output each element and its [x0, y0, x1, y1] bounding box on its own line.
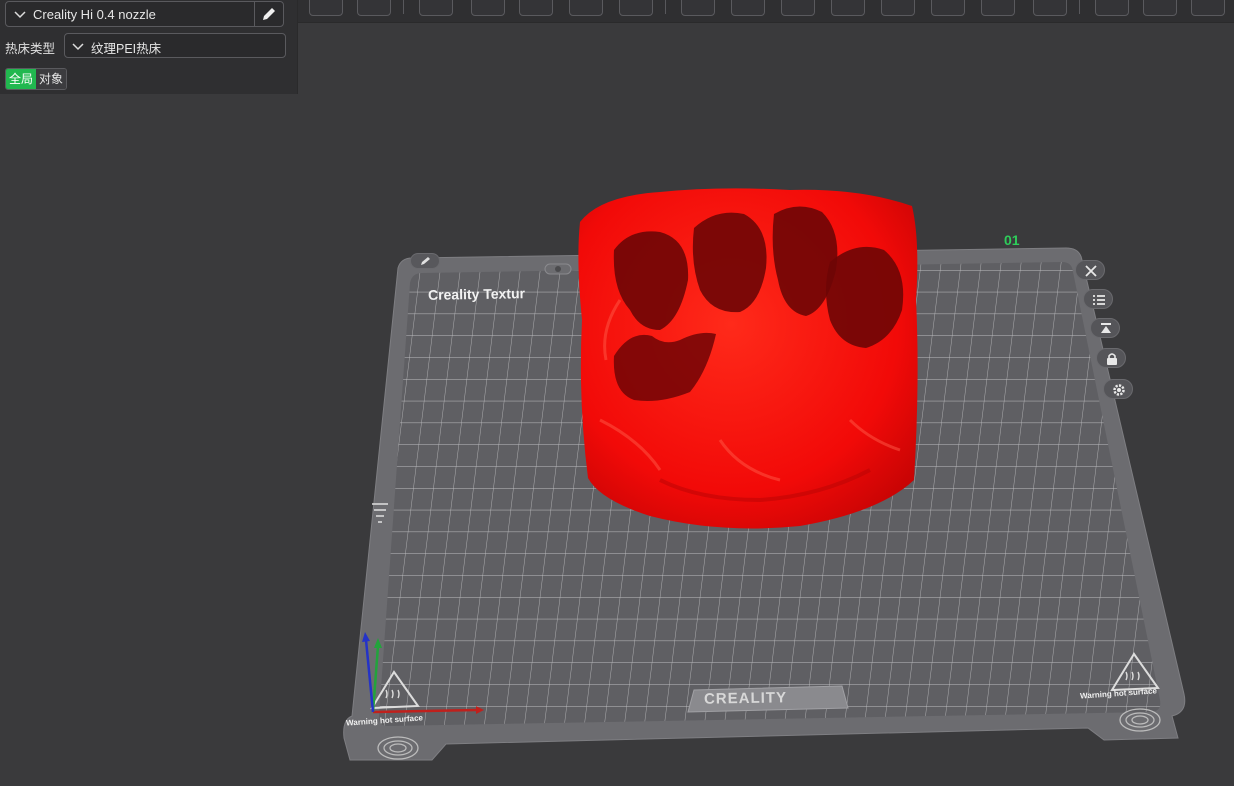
plate-edge-marker-icon	[372, 503, 388, 523]
list-icon	[1093, 295, 1105, 305]
fingerprint-icon-left	[377, 736, 419, 760]
plate-list-button[interactable]	[1083, 289, 1113, 309]
toolbar-measure-button[interactable]	[1033, 0, 1067, 16]
warning-label-right: Warning hot surface	[1079, 686, 1158, 701]
warning-label-left: Warning hot surface	[345, 713, 424, 728]
settings-panel: Creality Hi 0.4 nozzle 热床类型 纹理PEI热床 全局 对…	[0, 0, 298, 94]
toolbar-rotate-button[interactable]	[731, 0, 765, 16]
toolbar-lay-on-face-button[interactable]	[519, 0, 553, 16]
top-toolbar	[297, 0, 1234, 23]
toolbar-mesh-boolean-button[interactable]	[981, 0, 1015, 16]
bed-texture-label: Creality Textur	[427, 285, 526, 303]
close-icon	[1085, 265, 1097, 277]
scope-toggle: 全局 对象	[5, 68, 68, 90]
toolbar-plate-button[interactable]	[619, 0, 653, 16]
edit-plate-button[interactable]	[410, 253, 440, 269]
toolbar-more-button[interactable]	[1191, 0, 1225, 16]
toolbar-move-button[interactable]	[681, 0, 715, 16]
toolbar-arrange-button[interactable]	[471, 0, 505, 16]
toolbar-support-paint-button[interactable]	[881, 0, 915, 16]
chevron-down-icon	[72, 43, 84, 51]
lock-plate-button[interactable]	[1096, 348, 1126, 368]
hot-surface-warning-icon-right	[1110, 652, 1160, 692]
fingerprint-icon-right	[1119, 708, 1161, 732]
toolbar-add-object-button[interactable]	[309, 0, 343, 16]
toolbar-scale-button[interactable]	[781, 0, 815, 16]
pencil-icon	[421, 257, 430, 265]
build-plate-canvas	[343, 188, 1186, 761]
scope-object-button[interactable]: 对象	[36, 69, 67, 89]
bed-type-label: 热床类型	[5, 42, 56, 56]
chevron-down-icon	[14, 11, 26, 19]
toolbar-seam-paint-button[interactable]	[931, 0, 965, 16]
build-plate	[343, 247, 1186, 761]
toolbar-hollow-button[interactable]	[1143, 0, 1177, 16]
edit-printer-button[interactable]	[254, 2, 283, 26]
auto-orient-icon	[1101, 323, 1111, 333]
lock-icon	[1107, 353, 1117, 365]
hot-surface-warning-icon-left	[370, 670, 420, 710]
printer-preset-select[interactable]: Creality Hi 0.4 nozzle	[5, 1, 284, 27]
brand-logo-text: CREALITY	[703, 689, 788, 708]
plate-settings-button[interactable]	[1103, 379, 1133, 399]
axis-triad	[362, 632, 484, 714]
scope-global-button[interactable]: 全局	[6, 69, 37, 89]
toolbar-text-button[interactable]	[1095, 0, 1129, 16]
toolbar-orient-button[interactable]	[419, 0, 453, 16]
toolbar-split-button[interactable]	[569, 0, 603, 16]
settings-icon	[1113, 384, 1125, 396]
3d-model	[578, 188, 918, 529]
auto-orient-button[interactable]	[1090, 318, 1120, 338]
bed-type-value: 纹理PEI热床	[91, 42, 162, 56]
toolbar-cut-button[interactable]	[831, 0, 865, 16]
toolbar-layout-button[interactable]	[357, 0, 391, 16]
plate-number: 01	[1004, 232, 1020, 248]
3d-viewport[interactable]: Creality Textur CREALITY Warning hot sur…	[0, 0, 1234, 781]
pencil-icon	[263, 8, 275, 20]
close-plate-button[interactable]	[1075, 260, 1105, 280]
printer-preset-value: Creality Hi 0.4 nozzle	[33, 7, 156, 22]
bed-type-select[interactable]: 纹理PEI热床	[64, 33, 286, 58]
